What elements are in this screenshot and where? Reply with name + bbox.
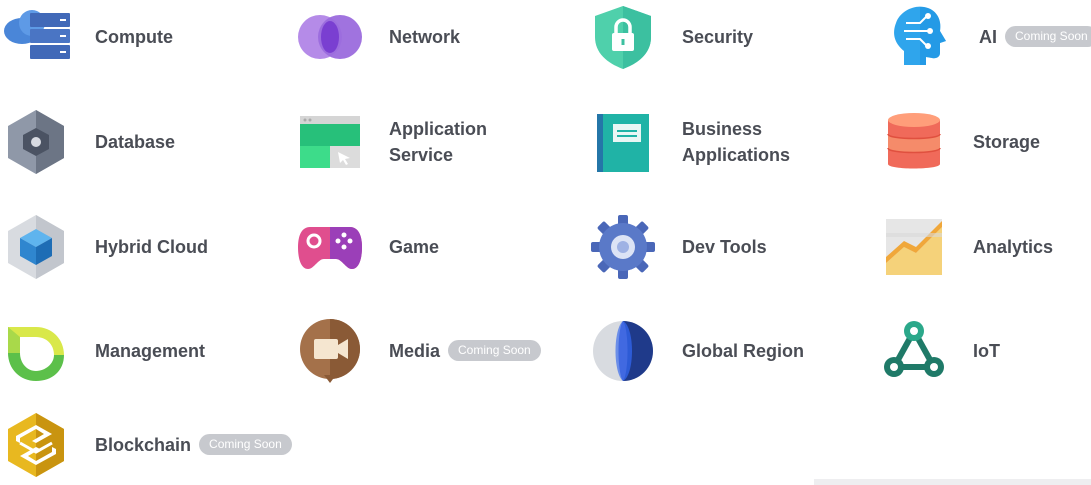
product-game[interactable]: Game	[296, 213, 439, 281]
product-database[interactable]: Database	[2, 108, 175, 176]
product-ai[interactable]: AI Coming Soon	[886, 3, 1091, 71]
product-compute[interactable]: Compute	[2, 3, 173, 71]
product-management[interactable]: Management	[2, 317, 205, 385]
product-label: Database	[95, 132, 176, 152]
product-label-line: Business	[682, 119, 763, 139]
product-label: Global Region	[682, 341, 805, 361]
business-book-icon	[589, 108, 657, 176]
product-label-line: Application	[389, 119, 487, 139]
product-label: Management	[95, 341, 206, 361]
storage-cylinder-icon	[880, 108, 948, 176]
product-global-region[interactable]: Global Region	[589, 317, 804, 385]
product-blockchain[interactable]: Blockchain Coming Soon	[2, 411, 292, 479]
product-label-text: Blockchain	[95, 435, 192, 455]
product-business-applications[interactable]: Business Applications	[589, 108, 790, 176]
product-label: Game	[389, 237, 440, 257]
hybrid-cloud-cube-icon	[2, 213, 70, 281]
product-label: Media Coming Soon	[389, 338, 541, 364]
globe-icon	[589, 317, 657, 385]
product-label: IoT	[973, 341, 1000, 361]
product-label: Network	[389, 27, 461, 47]
product-network[interactable]: Network	[296, 3, 460, 71]
application-window-icon	[296, 108, 364, 176]
product-media[interactable]: Media Coming Soon	[296, 317, 541, 385]
analytics-chart-icon	[880, 213, 948, 281]
product-iot[interactable]: IoT	[880, 317, 1000, 385]
product-label-line: Applications	[682, 145, 791, 165]
product-label: Storage	[973, 132, 1041, 152]
ai-head-icon	[886, 3, 954, 71]
horizontal-scrollbar[interactable]	[814, 479, 1091, 485]
coming-soon-badge: Coming Soon	[1005, 25, 1091, 47]
product-label-line: Service	[389, 145, 454, 165]
product-label-text: Media	[389, 341, 441, 361]
management-cycle-icon	[2, 317, 70, 385]
product-dev-tools[interactable]: Dev Tools	[589, 213, 767, 281]
product-label: Blockchain Coming Soon	[95, 432, 292, 458]
product-label: Dev Tools	[682, 237, 767, 257]
product-label: Application Service	[389, 116, 487, 168]
compute-server-icon	[2, 3, 70, 71]
coming-soon-badge: Coming Soon	[199, 433, 292, 455]
product-storage[interactable]: Storage	[880, 108, 1040, 176]
product-label-text: AI	[979, 27, 997, 47]
product-label: Business Applications	[682, 116, 790, 168]
product-label: Security	[682, 27, 754, 47]
iot-network-icon	[880, 317, 948, 385]
product-label: Analytics	[973, 237, 1054, 257]
product-label: Hybrid Cloud	[95, 237, 208, 257]
media-camera-icon	[296, 317, 364, 385]
security-shield-lock-icon	[589, 3, 657, 71]
product-hybrid-cloud[interactable]: Hybrid Cloud	[2, 213, 208, 281]
product-security[interactable]: Security	[589, 3, 753, 71]
gamepad-icon	[296, 213, 364, 281]
blockchain-hexagon-icon	[2, 411, 70, 479]
product-label: AI Coming Soon	[979, 24, 1091, 50]
gear-icon	[589, 213, 657, 281]
database-hexagon-icon	[2, 108, 70, 176]
product-application-service[interactable]: Application Service	[296, 108, 487, 176]
product-label: Compute	[95, 27, 173, 47]
product-analytics[interactable]: Analytics	[880, 213, 1053, 281]
network-rings-icon	[296, 3, 364, 71]
coming-soon-badge: Coming Soon	[448, 339, 541, 361]
